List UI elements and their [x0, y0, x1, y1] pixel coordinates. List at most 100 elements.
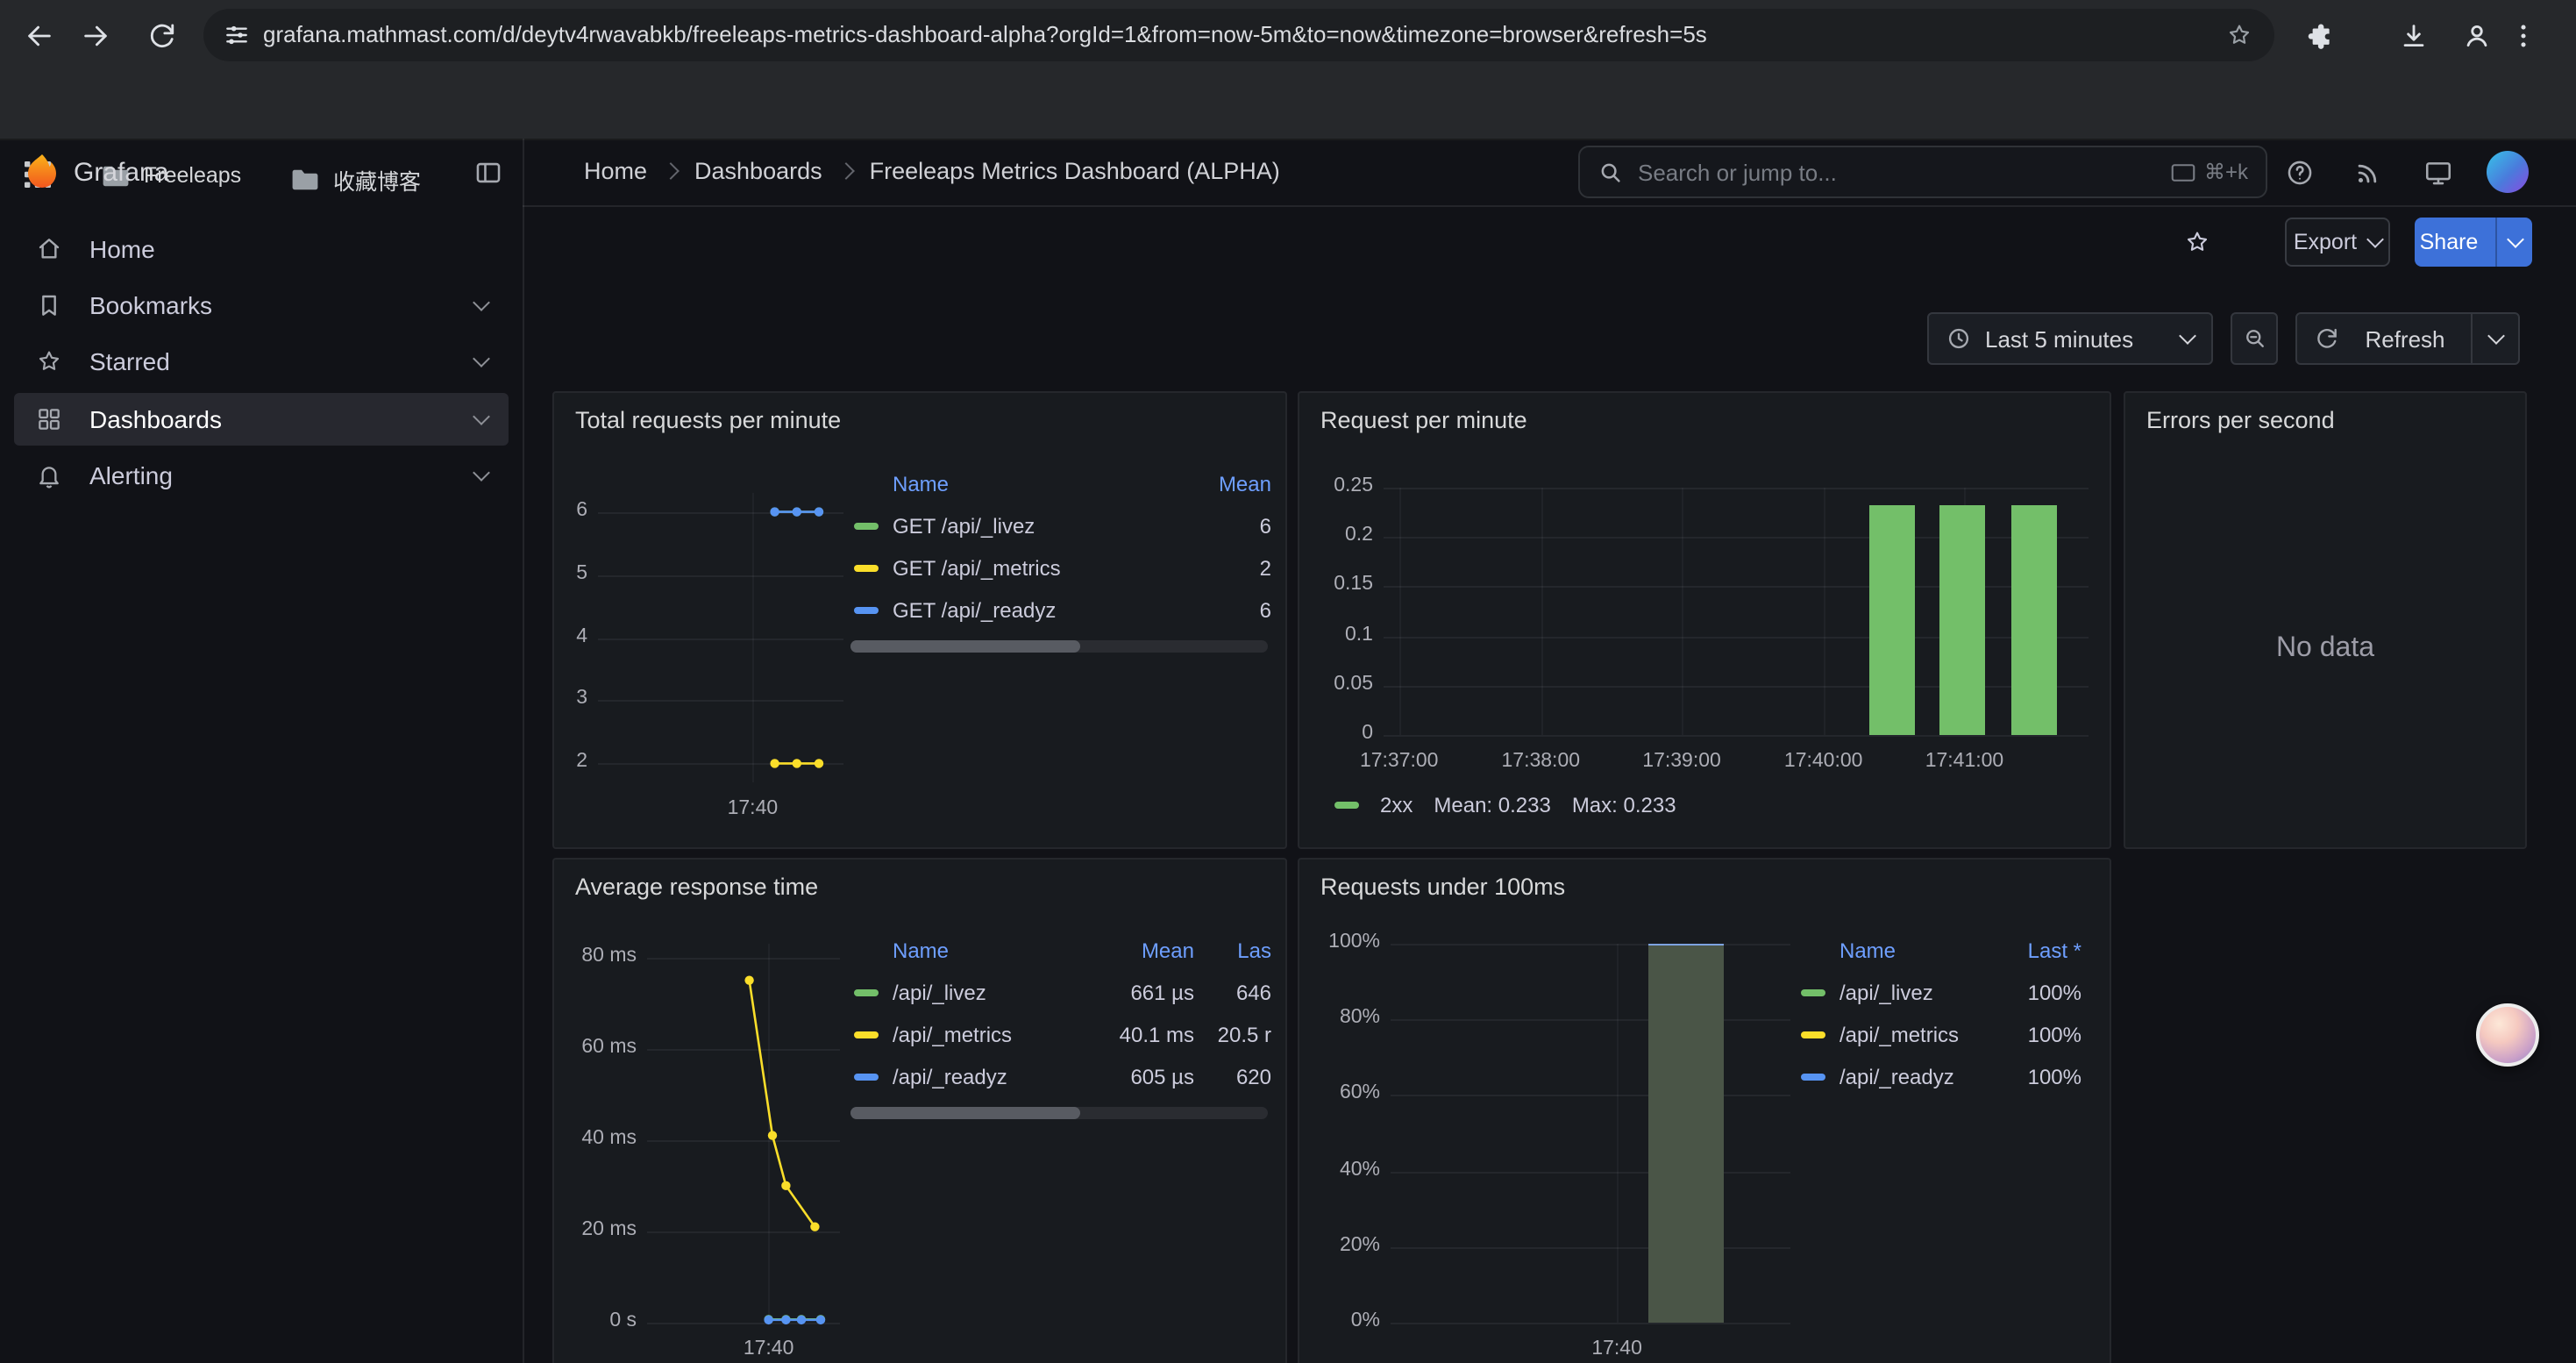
search-icon [1598, 159, 1624, 185]
panel-title[interactable]: Average response time [575, 874, 818, 900]
legend-stat-max: Max: 0.233 [1572, 793, 1676, 817]
export-button[interactable]: Export [2285, 218, 2390, 267]
sidebar-item-dashboards[interactable]: Dashboards [14, 393, 509, 446]
legend-row: /api/_metrics 40.1 ms 20.5 r [854, 1014, 1271, 1056]
url-bar[interactable]: grafana.mathmast.com/d/deytv4rwavabkb/fr… [203, 9, 2274, 61]
bookmark-item[interactable]: 收藏博客 [291, 163, 421, 196]
legend-header-last[interactable]: Las [1194, 938, 1271, 963]
share-menu-button[interactable] [2495, 218, 2532, 267]
chevron-down-icon [2179, 327, 2196, 345]
series-color-dash [854, 565, 879, 572]
legend-series-name[interactable]: /api/_metrics [893, 1023, 1096, 1047]
forward-arrow-icon[interactable] [81, 21, 110, 51]
panel-total-requests: Total requests per minute 6543217:40 Nam… [552, 391, 1287, 849]
refresh-interval-button[interactable] [2471, 312, 2518, 365]
screen: grafana.mathmast.com/d/deytv4rwavabkb/fr… [0, 0, 2576, 1363]
sidebar-item-starred[interactable]: Starred [14, 335, 509, 388]
chevron-down-icon[interactable] [473, 408, 490, 425]
legend-series-name[interactable]: /api/_readyz [893, 1065, 1096, 1089]
profile-icon[interactable] [2462, 21, 2492, 51]
monitor-icon[interactable] [2423, 158, 2453, 188]
legend-series-name[interactable]: GET /api/_metrics [893, 556, 1173, 581]
clock-icon [1946, 326, 1971, 351]
series-color-dash [854, 523, 879, 530]
legend-table: Name Last * /api/_livez 100% /api/_metri… [1801, 930, 2081, 1098]
timeseries-plot[interactable]: 80 ms60 ms40 ms20 ms0 s17:40 [647, 944, 840, 1323]
sidebar-item-home[interactable]: Home [14, 223, 509, 275]
legend-series-mean: 40.1 ms [1096, 1023, 1194, 1047]
series-color-dash [854, 1074, 879, 1081]
favorite-star-icon[interactable] [2183, 228, 2211, 256]
panel-title[interactable]: Requests under 100ms [1320, 874, 1565, 900]
legend-header-name[interactable]: Name [893, 472, 1173, 496]
legend-series-name[interactable]: 2xx [1380, 793, 1413, 817]
series-color-dash [854, 1031, 879, 1038]
timeseries-plot[interactable]: 6543217:40 [598, 493, 843, 782]
zoom-out-button[interactable] [2231, 312, 2278, 365]
chevron-down-icon[interactable] [473, 350, 490, 368]
legend-scrollbar-thumb[interactable] [850, 640, 1080, 653]
legend-header-last[interactable]: Last * [1997, 938, 2081, 963]
legend-header-name[interactable]: Name [1839, 938, 1997, 963]
back-arrow-icon[interactable] [25, 21, 54, 51]
legend-series-name[interactable]: /api/_livez [1839, 981, 1997, 1005]
site-info-tune-icon[interactable] [223, 21, 251, 49]
panel-average-response-time: Average response time 80 ms60 ms40 ms20 … [552, 858, 1287, 1363]
grafana-logo[interactable] [23, 153, 61, 191]
keyboard-icon [2171, 162, 2195, 182]
legend-series-last: 20.5 r [1194, 1023, 1271, 1047]
refresh-button[interactable]: Refresh [2295, 312, 2520, 365]
legend-series-last: 100% [1997, 981, 2081, 1005]
breadcrumb-home[interactable]: Home [584, 158, 647, 184]
download-icon[interactable] [2399, 21, 2429, 51]
panel-title[interactable]: Request per minute [1320, 407, 1527, 433]
legend-header-row: Name Mean [854, 463, 1271, 505]
dock-sidebar-icon[interactable] [473, 158, 503, 188]
legend-series-name[interactable]: GET /api/_livez [893, 514, 1173, 539]
legend-series-last: 100% [1997, 1065, 2081, 1089]
legend-row: GET /api/_readyz 6 [854, 589, 1271, 632]
legend-header-mean[interactable]: Mean [1096, 938, 1194, 963]
legend-scrollbar[interactable] [850, 1107, 1268, 1119]
floating-avatar[interactable] [2476, 1003, 2539, 1067]
bar-chart-plot[interactable]: 0.250.20.150.10.05017:37:0017:38:0017:39… [1384, 488, 2089, 735]
legend-series-last: 646 [1194, 981, 1271, 1005]
time-range-picker[interactable]: Last 5 minutes [1927, 312, 2213, 365]
legend-scrollbar-thumb[interactable] [850, 1107, 1080, 1119]
chevron-down-icon [2506, 231, 2523, 248]
url-text[interactable]: grafana.mathmast.com/d/deytv4rwavabkb/fr… [263, 9, 1707, 61]
sidebar-item-bookmarks[interactable]: Bookmarks [14, 279, 509, 332]
browser-toolbar: grafana.mathmast.com/d/deytv4rwavabkb/fr… [0, 0, 2576, 72]
panel-request-per-minute: Request per minute 0.250.20.150.10.05017… [1298, 391, 2111, 849]
panel-title[interactable]: Errors per second [2146, 407, 2335, 433]
chevron-down-icon[interactable] [473, 464, 490, 482]
legend-series-name[interactable]: /api/_metrics [1839, 1023, 1997, 1047]
refresh-icon [2315, 326, 2339, 351]
legend-series-name[interactable]: /api/_livez [893, 981, 1096, 1005]
share-label[interactable]: Share [2415, 230, 2483, 254]
panel-errors-per-second: Errors per second No data [2124, 391, 2527, 849]
search-input[interactable]: Search or jump to... ⌘+k [1578, 146, 2267, 198]
panel-title[interactable]: Total requests per minute [575, 407, 841, 433]
legend-series-name[interactable]: GET /api/_readyz [893, 598, 1173, 623]
kebab-menu-icon[interactable] [2518, 21, 2532, 51]
legend-header-name[interactable]: Name [893, 938, 1096, 963]
bar-chart-plot[interactable]: 100%80%60%40%20%0%17:40 [1391, 944, 1790, 1323]
chevron-down-icon[interactable] [473, 294, 490, 311]
rss-icon[interactable] [2353, 158, 2383, 188]
chevron-down-icon [2487, 327, 2504, 345]
bookmark-label: 收藏博客 [333, 163, 421, 196]
reload-icon[interactable] [147, 21, 177, 51]
extensions-puzzle-icon[interactable] [2304, 21, 2334, 51]
legend-scrollbar[interactable] [850, 640, 1268, 653]
user-avatar[interactable] [2487, 151, 2529, 193]
legend-header-row: Name Mean Las [854, 930, 1271, 972]
breadcrumb-dashboards[interactable]: Dashboards [694, 158, 822, 184]
legend-header-mean[interactable]: Mean [1173, 472, 1271, 496]
bookmark-star-icon[interactable] [2225, 21, 2253, 49]
share-button[interactable]: Share [2415, 218, 2532, 267]
legend-stat-mean: Mean: 0.233 [1434, 793, 1550, 817]
help-icon[interactable] [2285, 158, 2315, 188]
sidebar-item-alerting[interactable]: Alerting [14, 449, 509, 502]
legend-series-name[interactable]: /api/_readyz [1839, 1065, 1997, 1089]
